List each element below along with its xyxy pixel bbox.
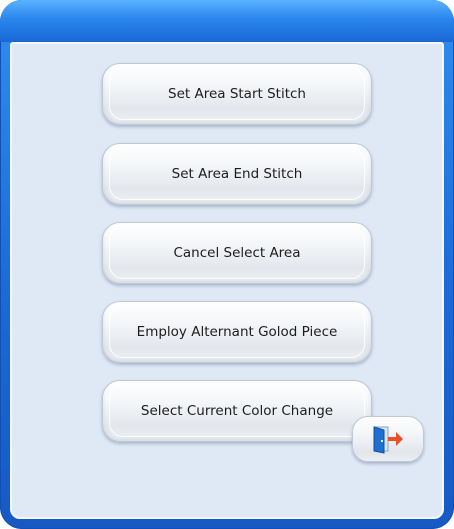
cancel-select-area-label: Cancel Select Area: [173, 245, 301, 261]
select-current-color-change-label: Select Current Color Change: [140, 403, 334, 419]
employ-alternant-golod-piece-button[interactable]: Employ Alternant Golod Piece: [102, 301, 372, 363]
dialog-title-bar: [0, 0, 454, 42]
cancel-select-area-button[interactable]: Cancel Select Area: [102, 222, 372, 284]
select-current-color-change-button[interactable]: Select Current Color Change: [102, 380, 372, 442]
set-area-start-stitch-label: Set Area Start Stitch: [168, 86, 306, 102]
set-area-start-stitch-button[interactable]: Set Area Start Stitch: [102, 63, 372, 125]
stitch-area-dialog: Set Area Start Stitch Set Area End Stitc…: [0, 0, 454, 529]
exit-door-icon: [373, 426, 403, 454]
set-area-end-stitch-label: Set Area End Stitch: [171, 166, 303, 182]
exit-button[interactable]: [352, 416, 424, 462]
set-area-end-stitch-button[interactable]: Set Area End Stitch: [102, 143, 372, 205]
employ-alternant-golod-piece-label: Employ Alternant Golod Piece: [136, 324, 338, 340]
